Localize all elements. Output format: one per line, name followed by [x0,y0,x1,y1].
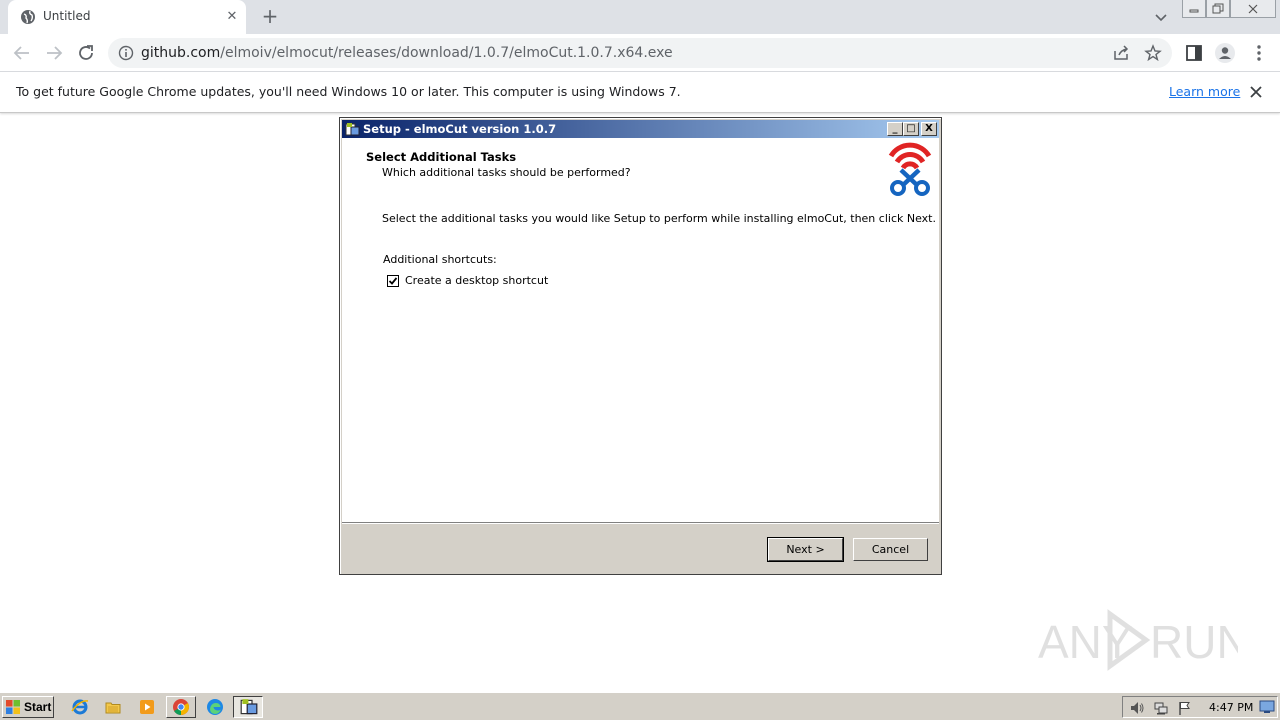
button-separator [342,522,939,524]
page-title: Select Additional Tasks [366,150,517,164]
minimize-icon [1189,9,1199,12]
back-arrow-icon[interactable] [11,42,33,64]
start-label: Start [24,700,52,714]
tab-title: Untitled [43,9,91,23]
dialog-minimize-button[interactable]: _ [887,122,903,136]
tab-close-icon[interactable]: ✕ [224,9,240,25]
shortcuts-group-label: Additional shortcuts: [383,253,497,266]
setup-taskbar-button[interactable] [233,696,263,718]
restore-icon [1212,3,1224,13]
profile-avatar-icon[interactable] [1214,42,1236,64]
chrome-taskbar-button[interactable] [166,696,196,718]
instructions-text: Select the additional tasks you would li… [382,212,936,225]
side-panel-icon[interactable] [1183,42,1205,64]
window-controls [1182,0,1276,18]
window-restore-button[interactable] [1206,0,1230,18]
dialog-maximize-button[interactable]: □ [903,122,919,136]
forward-arrow-icon[interactable] [43,42,65,64]
internet-explorer-icon[interactable] [71,698,89,716]
url-text[interactable]: github.com/elmoiv/elmocut/releases/downl… [141,45,673,61]
installer-icon [240,699,258,715]
taskbar: Start 4:47 PM [0,692,1280,720]
dialog-title-buttons: _ □ X [887,122,937,136]
window-close-button[interactable] [1230,0,1276,18]
address-bar[interactable]: github.com/elmoiv/elmocut/releases/downl… [108,38,1172,68]
checkmark-icon [388,276,398,285]
share-icon[interactable] [1112,44,1130,62]
dialog-content: Select Additional Tasks Which additional… [342,138,939,522]
url-host: github.com [141,45,221,61]
reload-icon[interactable] [75,42,97,64]
globe-icon [21,10,35,24]
menu-dots-icon[interactable] [1248,42,1270,64]
volume-icon[interactable] [1129,700,1145,716]
desktop-shortcut-option[interactable]: Create a desktop shortcut [387,274,548,287]
installer-icon [345,123,360,136]
start-button[interactable]: Start [2,696,54,718]
browser-tab[interactable]: Untitled ✕ [8,0,246,34]
info-icon[interactable] [118,45,134,61]
chevron-down-icon[interactable] [1152,8,1170,26]
network-icon[interactable] [1153,700,1169,716]
url-path: /elmoiv/elmocut/releases/download/1.0.7/… [220,45,673,61]
desktop-shortcut-label[interactable]: Create a desktop shortcut [405,274,548,287]
infobar-message: To get future Google Chrome updates, you… [16,84,681,99]
learn-more-link[interactable]: Learn more [1169,84,1240,99]
bookmark-star-icon[interactable] [1144,44,1162,62]
anyrun-watermark: ANY RUN [1038,609,1238,671]
dialog-titlebar[interactable]: Setup - elmoCut version 1.0.7 _ □ X [342,120,939,138]
show-desktop-icon[interactable] [1259,700,1275,714]
page-subtitle: Which additional tasks should be perform… [382,166,631,179]
media-player-icon[interactable] [138,698,156,716]
dialog-close-button[interactable]: X [921,122,937,136]
file-explorer-icon[interactable] [104,698,122,716]
browser-toolbar: github.com/elmoiv/elmocut/releases/downl… [0,34,1280,72]
action-center-flag-icon[interactable] [1177,700,1193,716]
desktop-shortcut-checkbox[interactable] [387,274,399,287]
dialog-title: Setup - elmoCut version 1.0.7 [363,122,557,136]
close-icon [1248,4,1258,13]
setup-dialog: Setup - elmoCut version 1.0.7 _ □ X Sele… [339,117,942,575]
new-tab-button[interactable]: + [260,6,280,26]
cancel-button[interactable]: Cancel [853,538,928,561]
taskbar-clock[interactable]: 4:47 PM [1209,701,1253,714]
system-tray: 4:47 PM [1122,696,1278,718]
tab-strip: Untitled ✕ + [0,0,1280,34]
windows-logo-icon [6,700,20,714]
next-button[interactable]: Next > [767,537,844,562]
edge-icon[interactable] [206,698,224,716]
watermark-text-run: RUN [1150,616,1238,668]
elmocut-logo-icon [888,142,932,196]
window-minimize-button[interactable] [1182,0,1206,18]
infobar-close-icon[interactable] [1248,84,1264,100]
update-infobar: To get future Google Chrome updates, you… [0,72,1280,113]
chrome-icon [173,699,189,715]
